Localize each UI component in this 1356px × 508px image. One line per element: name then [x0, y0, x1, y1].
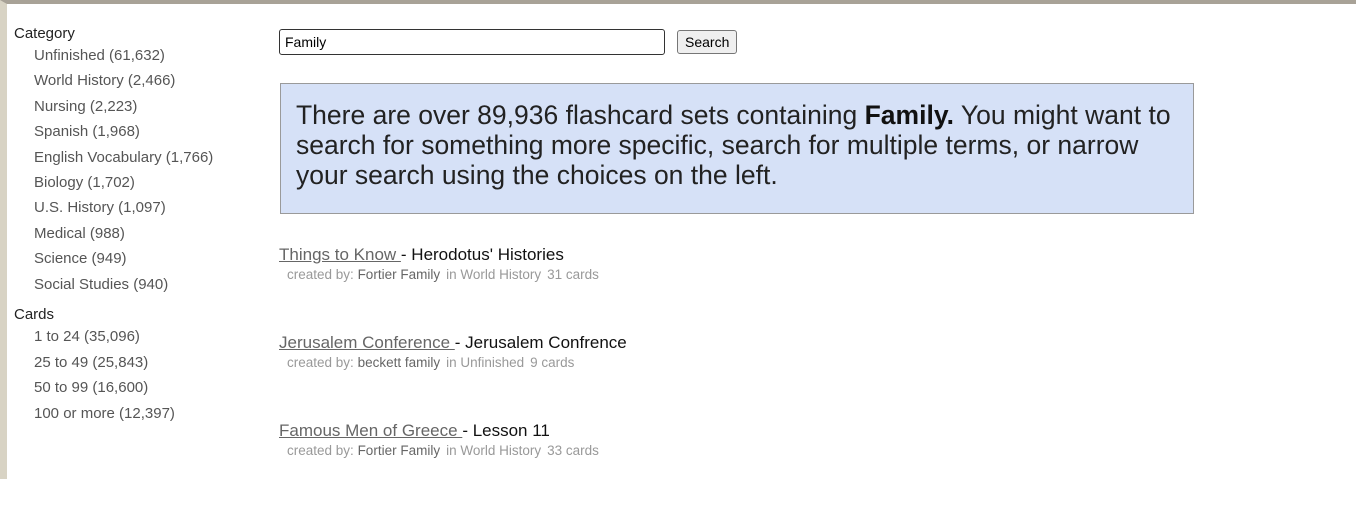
- search-bar: Search: [279, 29, 738, 55]
- notice-prefix: There are over 89,936 flashcard sets con…: [296, 100, 865, 130]
- result-link[interactable]: Jerusalem Conference: [279, 333, 455, 352]
- filter-sidebar: Category Unfinished (61,632) World Histo…: [14, 24, 254, 426]
- result-subtitle: - Lesson 11: [462, 421, 550, 440]
- page-frame: Category Unfinished (61,632) World Histo…: [0, 0, 1356, 479]
- result-card-count: 31 cards: [547, 267, 599, 282]
- cards-filter-list: 1 to 24 (35,096) 25 to 49 (25,843) 50 to…: [14, 324, 254, 426]
- cards-filter-1-24[interactable]: 1 to 24 (35,096): [34, 324, 254, 350]
- category-item-world-history[interactable]: World History (2,466): [34, 68, 254, 93]
- category-list: Unfinished (61,632) World History (2,466…: [14, 43, 254, 297]
- results-list: Things to Know - Herodotus' Histories cr…: [279, 244, 1079, 508]
- result-link[interactable]: Famous Men of Greece: [279, 421, 462, 440]
- result-meta: created by: Fortier Family in World Histo…: [279, 442, 1079, 460]
- category-item-social-studies[interactable]: Social Studies (940): [34, 272, 254, 297]
- notice-search-term: Family.: [864, 100, 954, 130]
- result-category: in World History: [446, 267, 542, 282]
- created-by-label: created by:: [287, 267, 354, 282]
- cards-filter-50-99[interactable]: 50 to 99 (16,600): [34, 375, 254, 401]
- result-subtitle: - Jerusalem Confrence: [454, 333, 627, 352]
- result-card-count: 9 cards: [530, 355, 575, 370]
- category-heading: Category: [14, 25, 75, 42]
- result-item: Jerusalem Conference - Jerusalem Confren…: [279, 332, 1079, 420]
- result-card-count: 33 cards: [547, 443, 599, 458]
- result-title: Jerusalem Conference - Jerusalem Confren…: [279, 332, 1079, 354]
- result-meta: created by: beckett family in Unfinished 9…: [279, 354, 1079, 372]
- cards-filter-25-49[interactable]: 25 to 49 (25,843): [34, 350, 254, 376]
- result-category: in World History: [446, 443, 542, 458]
- search-input[interactable]: [279, 29, 665, 55]
- category-item-us-history[interactable]: U.S. History (1,097): [34, 195, 254, 220]
- category-item-biology[interactable]: Biology (1,702): [34, 170, 254, 195]
- category-item-spanish[interactable]: Spanish (1,968): [34, 119, 254, 144]
- cards-heading: Cards: [14, 306, 55, 324]
- result-item: Things to Know - Herodotus' Histories cr…: [279, 244, 1079, 332]
- result-item: Famous Men of Greece - Lesson 11 created…: [279, 420, 1079, 508]
- category-item-nursing[interactable]: Nursing (2,223): [34, 94, 254, 119]
- results-notice: There are over 89,936 flashcard sets con…: [280, 83, 1194, 214]
- search-button[interactable]: Search: [677, 30, 738, 54]
- category-item-science[interactable]: Science (949): [34, 246, 254, 271]
- created-by-label: created by:: [287, 355, 354, 370]
- result-creator: Fortier Family: [357, 267, 441, 282]
- result-creator: beckett family: [357, 355, 441, 370]
- cards-filter-100-plus[interactable]: 100 or more (12,397): [34, 401, 254, 427]
- result-title: Things to Know - Herodotus' Histories: [279, 244, 1079, 266]
- created-by-label: created by:: [287, 443, 354, 458]
- result-link[interactable]: Things to Know: [279, 245, 401, 264]
- category-item-medical[interactable]: Medical (988): [34, 221, 254, 246]
- result-title: Famous Men of Greece - Lesson 11: [279, 420, 1079, 442]
- category-item-unfinished[interactable]: Unfinished (61,632): [34, 43, 254, 68]
- category-item-english-vocabulary[interactable]: English Vocabulary (1,766): [34, 145, 254, 170]
- result-subtitle: - Herodotus' Histories: [400, 245, 564, 264]
- result-meta: created by: Fortier Family in World Histo…: [279, 266, 1079, 284]
- result-category: in Unfinished: [446, 355, 525, 370]
- result-creator: Fortier Family: [357, 443, 441, 458]
